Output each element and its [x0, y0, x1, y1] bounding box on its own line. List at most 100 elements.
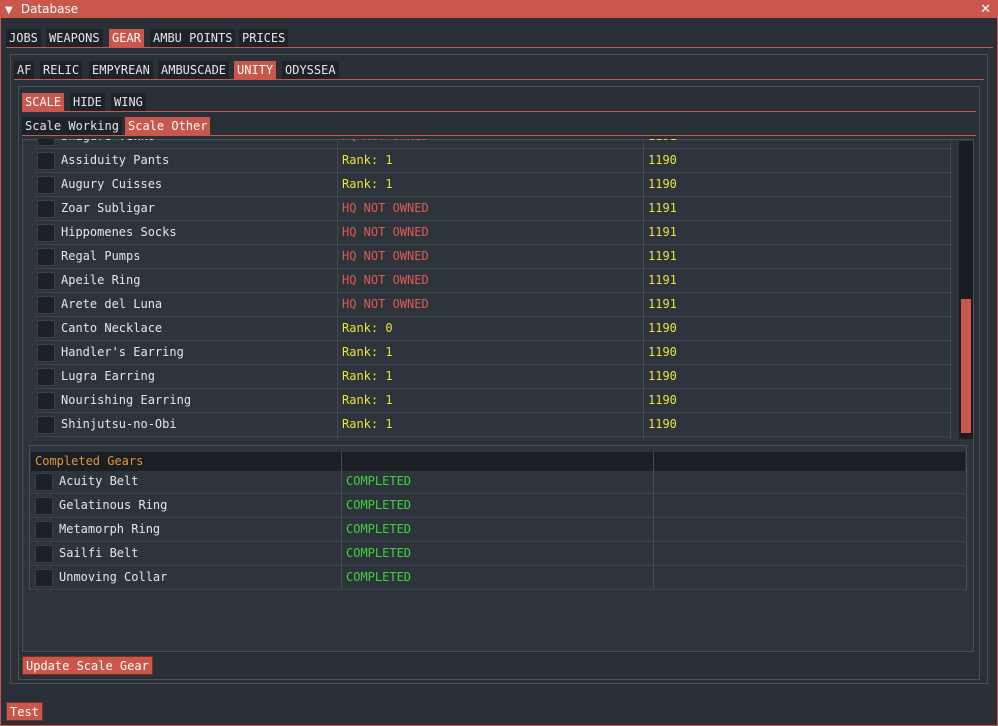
row-checkbox[interactable]	[37, 344, 55, 362]
tab-weapons[interactable]: WEAPONS	[46, 29, 103, 47]
database-window: ▼ Database ✕ JOBS WEAPONS GEAR AMBU POIN…	[0, 0, 998, 726]
row-checkbox[interactable]	[37, 176, 55, 194]
row-checkbox[interactable]	[37, 272, 55, 290]
tab-ambu-points[interactable]: AMBU POINTS	[150, 29, 236, 47]
row-checkbox[interactable]	[37, 200, 55, 218]
gear-name: Handler's Earring	[61, 345, 184, 359]
scrollbar-thumb[interactable]	[961, 299, 971, 433]
table-row[interactable]: Nourishing Earring Rank: 1 1190	[33, 389, 951, 413]
gear-level: 1191	[648, 201, 677, 215]
row-checkbox[interactable]	[35, 569, 53, 587]
tab-hide[interactable]: HIDE	[70, 93, 105, 111]
gear-status: COMPLETED	[346, 498, 412, 512]
gear-name: Apeile Ring	[61, 273, 141, 287]
test-button[interactable]: Test	[6, 702, 43, 721]
gear-level: 1190	[648, 417, 677, 431]
tab-relic[interactable]: RELIC	[40, 61, 83, 79]
table-row[interactable]: Sailfi Belt COMPLETED	[31, 542, 965, 566]
row-checkbox[interactable]	[35, 497, 53, 515]
gear-level: 1191	[648, 139, 677, 147]
row-checkbox[interactable]	[35, 473, 53, 491]
tab-wing[interactable]: WING	[111, 93, 146, 111]
gear-level: 1190	[648, 393, 677, 407]
table-row[interactable]: Zoar Subligar HQ NOT OWNED 1191	[33, 197, 951, 221]
working-gear-table[interactable]: Shigure Tekko HQ NOT OWNED 1191 Assiduity P…	[33, 139, 951, 439]
tab-scale-other[interactable]: Scale Other	[125, 117, 211, 135]
gear-name: Hippomenes Socks	[61, 225, 177, 239]
main-tabs-separator	[6, 47, 993, 48]
gear-name: Metamorph Ring	[59, 522, 161, 536]
table-row[interactable]: Hippomenes Socks HQ NOT OWNED 1191	[33, 221, 951, 245]
table-row[interactable]: Acuity Belt COMPLETED	[31, 470, 965, 494]
gear-tabs-separator	[14, 79, 984, 80]
gear-level: 1191	[648, 297, 677, 311]
completed-header-label: Completed Gears	[35, 454, 144, 468]
tab-scale-working[interactable]: Scale Working	[22, 117, 122, 135]
tab-scale[interactable]: SCALE	[22, 93, 65, 111]
table-row[interactable]: Shinjutsu-no-Obi Rank: 1 1190	[33, 413, 951, 437]
row-checkbox[interactable]	[37, 248, 55, 266]
row-checkbox[interactable]	[37, 296, 55, 314]
gear-level: 1191	[648, 249, 677, 263]
row-checkbox[interactable]	[37, 416, 55, 434]
tab-odyssea[interactable]: ODYSSEA	[282, 61, 339, 79]
column-divider	[950, 139, 951, 439]
gear-name: Shigure Tekko	[61, 139, 155, 147]
tab-ambuscade[interactable]: AMBUSCADE	[158, 61, 230, 79]
gear-status: HQ NOT OWNED	[342, 273, 429, 287]
gear-level: 1191	[648, 273, 677, 287]
tab-prices[interactable]: PRICES	[239, 29, 289, 47]
close-icon[interactable]: ✕	[980, 1, 991, 18]
gear-name: Unmoving Collar	[59, 570, 168, 584]
gear-status: Rank: 1	[342, 177, 393, 191]
working-table-scrollbar[interactable]	[959, 141, 973, 439]
row-checkbox[interactable]	[37, 224, 55, 242]
table-row[interactable]: Augury Cuisses Rank: 1 1190	[33, 173, 951, 197]
gear-name: Sailfi Belt	[59, 546, 139, 560]
gear-name: Assiduity Pants	[61, 153, 170, 167]
tab-empyrean[interactable]: EMPYREAN	[89, 61, 153, 79]
tab-jobs[interactable]: JOBS	[6, 29, 41, 47]
gear-status: Rank: 1	[342, 153, 393, 167]
gear-level: 1190	[648, 153, 677, 167]
tab-af[interactable]: AF	[14, 61, 35, 79]
gear-status: COMPLETED	[346, 474, 412, 488]
collapse-icon[interactable]: ▼	[5, 2, 17, 19]
table-row[interactable]: Shigure Tekko HQ NOT OWNED 1191	[33, 139, 951, 149]
gear-name: Acuity Belt	[59, 474, 139, 488]
table-row[interactable]: Lugra Earring Rank: 1 1190	[33, 365, 951, 389]
completed-header: Completed Gears	[31, 452, 965, 471]
scale-tabs-separator	[22, 111, 976, 112]
gear-name: Lugra Earring	[61, 369, 155, 383]
gear-name: Gelatinous Ring	[59, 498, 168, 512]
update-scale-gear-button[interactable]: Update Scale Gear	[22, 656, 153, 675]
gear-status: HQ NOT OWNED	[342, 297, 429, 311]
completed-gear-table[interactable]: Acuity Belt COMPLETED Gelatinous Ring COMPL…	[31, 452, 965, 590]
table-row[interactable]: Regal Pumps HQ NOT OWNED 1191	[33, 245, 951, 269]
gear-status: HQ NOT OWNED	[342, 201, 429, 215]
table-row[interactable]: Arete del Luna HQ NOT OWNED 1191	[33, 293, 951, 317]
table-row[interactable]: Apeile Ring HQ NOT OWNED 1191	[33, 269, 951, 293]
tab-unity[interactable]: UNITY	[234, 61, 277, 79]
table-row[interactable]: Handler's Earring Rank: 1 1190	[33, 341, 951, 365]
row-checkbox[interactable]	[35, 545, 53, 563]
row-checkbox[interactable]	[37, 152, 55, 170]
tab-gear[interactable]: GEAR	[109, 29, 144, 47]
gear-level: 1190	[648, 177, 677, 191]
column-divider	[653, 452, 654, 590]
row-checkbox[interactable]	[37, 368, 55, 386]
table-row[interactable]: Metamorph Ring COMPLETED	[31, 518, 965, 542]
row-checkbox[interactable]	[37, 392, 55, 410]
table-row[interactable]: Unmoving Collar COMPLETED	[31, 566, 965, 590]
row-checkbox[interactable]	[37, 139, 55, 146]
gear-status: COMPLETED	[346, 522, 412, 536]
table-row[interactable]: Assiduity Pants Rank: 1 1190	[33, 149, 951, 173]
row-checkbox[interactable]	[35, 521, 53, 539]
table-row[interactable]: Canto Necklace Rank: 0 1190	[33, 317, 951, 341]
row-checkbox[interactable]	[37, 320, 55, 338]
window-titlebar[interactable]: ▼ Database ✕	[1, 1, 997, 18]
gear-status: HQ NOT OWNED	[342, 249, 429, 263]
table-row[interactable]: Gelatinous Ring COMPLETED	[31, 494, 965, 518]
gear-status: Rank: 0	[342, 321, 393, 335]
column-divider	[337, 139, 338, 439]
